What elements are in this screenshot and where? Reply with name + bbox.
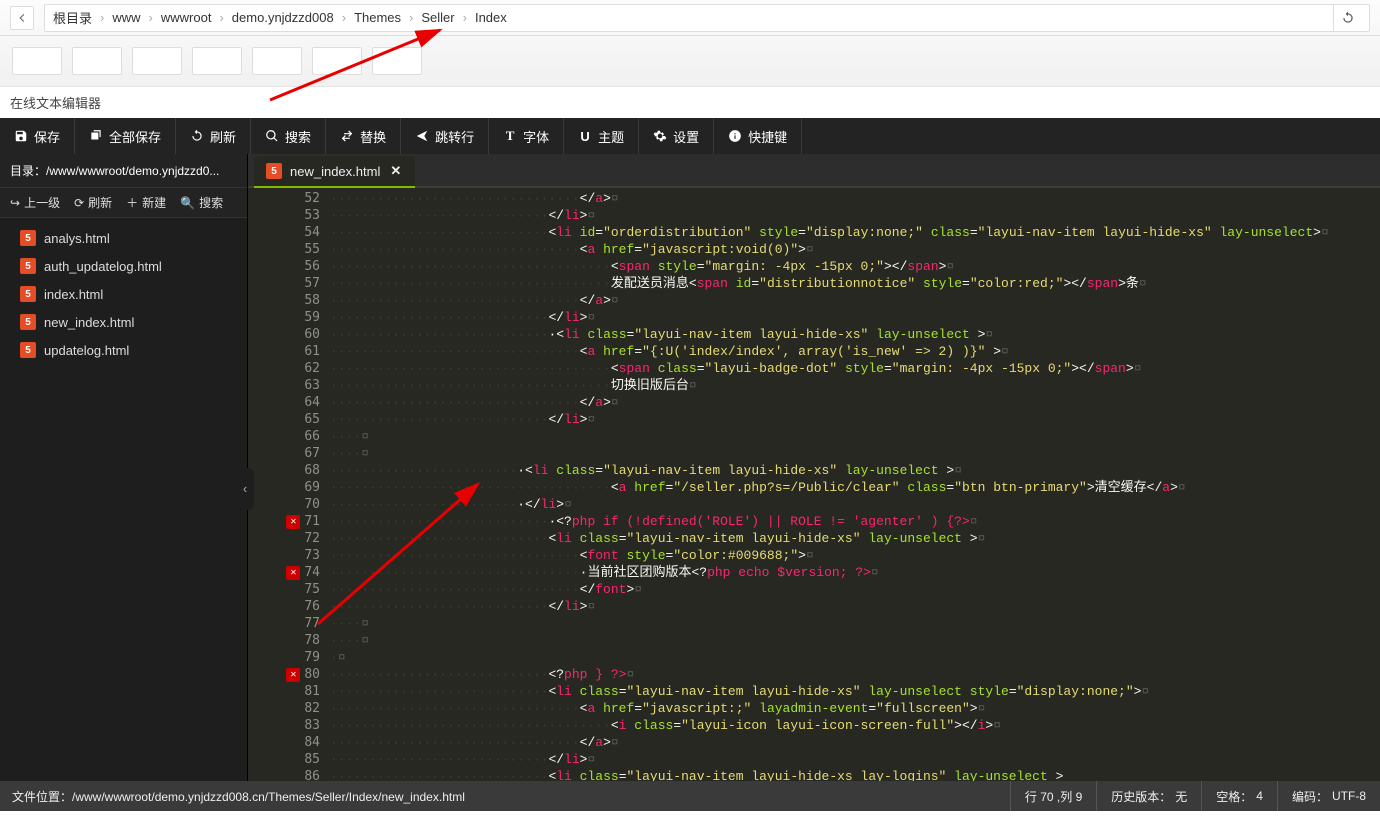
save-all-button[interactable]: 全部保存	[75, 118, 176, 154]
up-icon: ↪	[10, 196, 20, 210]
refresh-icon	[190, 129, 204, 143]
html5-icon: 5	[20, 342, 36, 358]
editor-main: 目录：/www/wwwroot/demo.ynjdzzd0... ↪上一级 ⟳刷…	[0, 154, 1380, 781]
close-icon[interactable]: ✕	[388, 163, 403, 179]
breadcrumb-seg-blur[interactable]: demo.ynjdzzd008	[232, 10, 334, 25]
breadcrumb-seg[interactable]: Themes	[354, 10, 401, 25]
sidebar-refresh-button[interactable]: ⟳刷新	[74, 194, 112, 211]
ghost-button[interactable]	[312, 47, 362, 75]
font-button[interactable]: T字体	[489, 118, 564, 154]
file-item[interactable]: 5new_index.html	[0, 308, 247, 336]
tab-active[interactable]: 5 new_index.html ✕	[254, 156, 415, 188]
goto-line-button[interactable]: 跳转行	[401, 118, 489, 154]
search-button[interactable]: 搜索	[251, 118, 326, 154]
ghost-button[interactable]	[252, 47, 302, 75]
editor-tabs: 5 new_index.html ✕	[248, 154, 1380, 188]
search-icon	[265, 129, 279, 143]
editor-toolbar: 保存 全部保存 刷新 搜索 替换 跳转行 T字体 U主题 设置 快捷键	[0, 118, 1380, 154]
secondary-toolbar	[0, 36, 1380, 86]
info-icon	[728, 129, 742, 143]
back-button[interactable]	[10, 6, 34, 30]
goto-icon	[415, 129, 429, 143]
breadcrumb-seg[interactable]: Index	[475, 10, 507, 25]
file-item[interactable]: 5index.html	[0, 280, 247, 308]
breadcrumb: 根目录 › www › wwwroot › demo.ynjdzzd008 › …	[44, 4, 1370, 32]
plus-icon: ＋	[126, 194, 138, 211]
ghost-button[interactable]	[372, 47, 422, 75]
breadcrumb-bar: 根目录 › www › wwwroot › demo.ynjdzzd008 › …	[0, 0, 1380, 36]
code-content[interactable]: ································</a>¤···…	[326, 188, 1380, 781]
shortcuts-button[interactable]: 快捷键	[714, 118, 802, 154]
refresh-icon: ⟳	[74, 196, 84, 210]
sidebar-collapse-handle[interactable]: ‹	[236, 468, 254, 510]
settings-button[interactable]: 设置	[639, 118, 714, 154]
html5-icon: 5	[20, 230, 36, 246]
font-icon: T	[503, 129, 517, 143]
breadcrumb-root[interactable]: 根目录	[53, 8, 92, 27]
theme-icon: U	[578, 129, 592, 143]
replace-button[interactable]: 替换	[326, 118, 401, 154]
breadcrumb-seg[interactable]: www	[112, 10, 140, 25]
tab-label: new_index.html	[290, 164, 380, 179]
line-gutter: 52535455565758596061626364656667686970✕7…	[248, 188, 326, 781]
file-item[interactable]: 5auth_updatelog.html	[0, 252, 247, 280]
breadcrumb-refresh-button[interactable]	[1333, 4, 1361, 32]
html5-icon: 5	[20, 314, 36, 330]
file-sidebar: 目录：/www/wwwroot/demo.ynjdzzd0... ↪上一级 ⟳刷…	[0, 154, 248, 781]
html5-icon: 5	[20, 286, 36, 302]
theme-button[interactable]: U主题	[564, 118, 639, 154]
editor-header: 在线文本编辑器	[0, 86, 1380, 118]
code-area[interactable]: 52535455565758596061626364656667686970✕7…	[248, 188, 1380, 781]
ghost-button[interactable]	[132, 47, 182, 75]
sidebar-search-button[interactable]: 🔍搜索	[180, 194, 223, 211]
sidebar-tools: ↪上一级 ⟳刷新 ＋新建 🔍搜索	[0, 187, 247, 218]
sidebar-path-label: 目录：/www/wwwroot/demo.ynjdzzd0...	[0, 154, 247, 187]
html5-icon: 5	[20, 258, 36, 274]
refresh-button[interactable]: 刷新	[176, 118, 251, 154]
sidebar-up-button[interactable]: ↪上一级	[10, 194, 60, 211]
top-area: 根目录 › www › wwwroot › demo.ynjdzzd008 › …	[0, 0, 1380, 86]
file-list: 5analys.html 5auth_updatelog.html 5index…	[0, 218, 247, 370]
status-file-path: 文件位置：/www/wwwroot/demo.ynjdzzd008.cn/The…	[0, 788, 1010, 805]
save-button[interactable]: 保存	[0, 118, 75, 154]
status-spaces[interactable]: 空格：4	[1201, 781, 1277, 811]
gear-icon	[653, 129, 667, 143]
search-icon: 🔍	[180, 196, 195, 210]
status-bar: 文件位置：/www/wwwroot/demo.ynjdzzd008.cn/The…	[0, 781, 1380, 811]
breadcrumb-seg[interactable]: wwwroot	[161, 10, 212, 25]
editor-title: 在线文本编辑器	[10, 93, 101, 112]
html5-icon: 5	[266, 163, 282, 179]
ghost-button[interactable]	[192, 47, 242, 75]
editor-pane: 5 new_index.html ✕ 525354555657585960616…	[248, 154, 1380, 781]
file-item[interactable]: 5updatelog.html	[0, 336, 247, 364]
status-history[interactable]: 历史版本：无	[1096, 781, 1201, 811]
replace-icon	[340, 129, 354, 143]
breadcrumb-seg[interactable]: Seller	[421, 10, 454, 25]
save-icon	[14, 129, 28, 143]
status-encoding[interactable]: 编码：UTF-8	[1277, 781, 1380, 811]
save-all-icon	[89, 129, 103, 143]
file-item[interactable]: 5analys.html	[0, 224, 247, 252]
ghost-button[interactable]	[12, 47, 62, 75]
sidebar-new-button[interactable]: ＋新建	[126, 194, 166, 211]
status-line-col[interactable]: 行 70 ,列 9	[1010, 781, 1096, 811]
ghost-button[interactable]	[72, 47, 122, 75]
